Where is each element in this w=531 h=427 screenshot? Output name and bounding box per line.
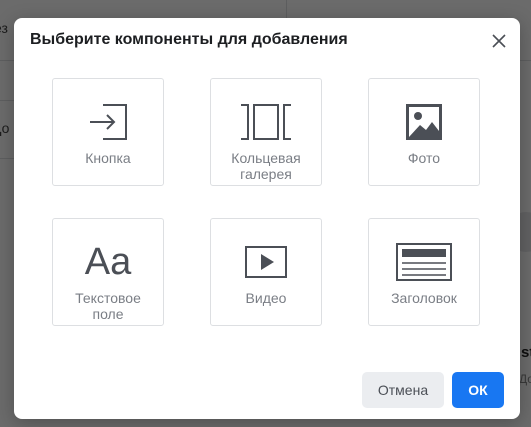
play-icon (245, 246, 287, 278)
cancel-button[interactable]: Отмена (362, 372, 444, 408)
component-button-tile[interactable]: Кнопка (52, 78, 164, 186)
component-header-tile[interactable]: Заголовок (368, 218, 480, 326)
component-label: Текстовое поле (75, 290, 141, 322)
component-label: Кнопка (85, 150, 131, 166)
header-icon (396, 243, 452, 281)
component-text-tile[interactable]: Aa Текстовое поле (52, 218, 164, 326)
component-label: Заголовок (391, 290, 457, 306)
component-label: Кольцевая галерея (231, 150, 301, 182)
dialog-title: Выберите компоненты для добавления (30, 31, 348, 48)
component-label: Фото (407, 150, 441, 166)
image-icon (406, 104, 442, 140)
text-icon: Aa (84, 241, 132, 283)
component-carousel-tile[interactable]: Кольцевая галерея (210, 78, 322, 186)
ok-button[interactable]: ОК (452, 372, 504, 408)
component-video-tile[interactable]: Видео (210, 218, 322, 326)
close-button[interactable] (486, 28, 512, 54)
carousel-icon (241, 104, 291, 140)
sign-in-icon (90, 104, 127, 140)
component-label: Видео (245, 290, 287, 306)
component-photo-tile[interactable]: Фото (368, 78, 480, 186)
close-icon (492, 34, 506, 48)
add-components-dialog: Выберите компоненты для добавления Кнопк… (14, 18, 520, 419)
